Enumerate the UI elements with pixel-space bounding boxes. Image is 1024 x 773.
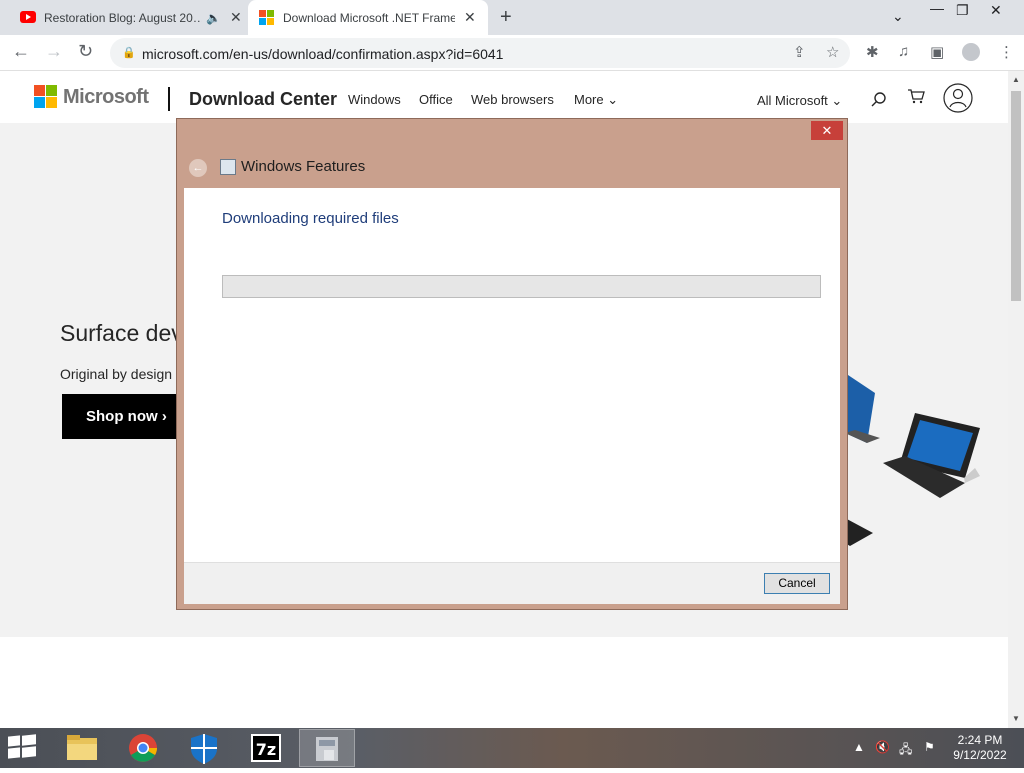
section-title[interactable]: Download Center: [189, 89, 337, 110]
volume-muted-icon[interactable]: 🔇: [875, 740, 890, 754]
chevron-down-icon: ⌄: [831, 93, 843, 108]
back-arrow-icon[interactable]: ←: [189, 159, 207, 177]
chevron-down-icon: ⌄: [607, 92, 619, 107]
network-icon[interactable]: 🖧: [899, 740, 912, 761]
scroll-down-icon[interactable]: ▼: [1012, 714, 1020, 723]
back-icon[interactable]: ←: [12, 41, 30, 62]
cart-icon[interactable]: [907, 88, 925, 109]
new-tab-button[interactable]: +: [500, 6, 512, 29]
forward-icon[interactable]: →: [45, 41, 63, 62]
microsoft-logo[interactable]: [34, 85, 57, 108]
account-icon[interactable]: [943, 83, 973, 118]
action-center-icon[interactable]: ⚑: [924, 740, 935, 754]
close-tab-icon[interactable]: ✕: [230, 9, 242, 26]
reload-icon[interactable]: ↻: [78, 41, 93, 62]
all-microsoft-menu[interactable]: All Microsoft ⌄: [757, 93, 842, 109]
clock-date: 9/12/2022: [953, 748, 1007, 762]
close-tab-icon[interactable]: ✕: [464, 9, 476, 26]
dialog-title: Windows Features: [241, 158, 366, 175]
surface-keyboard-image: [845, 518, 873, 546]
page-scrollbar[interactable]: ▲ ▼: [1008, 71, 1024, 728]
browser-toolbar: ← → ↻ 🔒 microsoft.com/en-us/download/con…: [0, 35, 1024, 71]
nav-office[interactable]: Office: [419, 92, 453, 107]
shop-now-button[interactable]: Shop now ›: [62, 394, 192, 439]
hero-title: Surface dev: [60, 320, 183, 346]
file-explorer-icon[interactable]: [54, 729, 110, 767]
side-panel-icon[interactable]: ▣: [930, 43, 944, 61]
share-icon[interactable]: ⇪: [793, 43, 806, 61]
7zip-icon[interactable]: 7z: [238, 729, 294, 767]
tab-search-icon[interactable]: ⌄: [892, 8, 904, 25]
media-control-icon[interactable]: ♫: [898, 43, 909, 60]
url-text[interactable]: microsoft.com/en-us/download/confirmatio…: [142, 46, 503, 62]
youtube-icon: [20, 11, 36, 23]
surface-laptop-image: [845, 373, 880, 443]
tab-download-dotnet[interactable]: Download Microsoft .NET Frame… ✕: [248, 0, 488, 35]
cancel-button[interactable]: Cancel: [764, 573, 830, 594]
nav-windows[interactable]: Windows: [348, 92, 401, 107]
tab-strip: Restoration Blog: August 20… 🔈 ✕ Downloa…: [0, 0, 1024, 35]
dialog-footer: Cancel: [184, 562, 840, 604]
surface-pro-image: [883, 413, 980, 498]
windows-defender-icon[interactable]: [176, 729, 232, 767]
all-microsoft-label: All Microsoft: [757, 93, 828, 108]
scrollbar-thumb[interactable]: [1011, 91, 1021, 301]
clock-time: 2:24 PM: [957, 733, 1003, 747]
taskbar: 7z ▲ 🔇 🖧 ⚑ 2:24 PM 9/12/2022: [0, 728, 1024, 768]
tab-restoration-blog[interactable]: Restoration Blog: August 20… 🔈 ✕: [8, 0, 248, 35]
dialog-close-button[interactable]: ✕: [811, 121, 843, 140]
show-hidden-icons[interactable]: ▲: [853, 740, 865, 754]
search-icon[interactable]: [870, 91, 888, 114]
tab-label: Restoration Blog: August 20…: [44, 10, 202, 25]
brand-name[interactable]: Microsoft: [63, 86, 149, 109]
bookmark-star-icon[interactable]: ☆: [826, 43, 839, 61]
start-button[interactable]: [8, 734, 38, 760]
audio-icon[interactable]: 🔈: [206, 11, 221, 25]
svg-text:7z: 7z: [256, 740, 276, 759]
tab-label: Download Microsoft .NET Frame…: [283, 10, 455, 25]
chrome-icon[interactable]: [115, 729, 171, 767]
lock-icon[interactable]: 🔒: [122, 46, 136, 59]
header-divider: [168, 87, 170, 111]
scroll-up-icon[interactable]: ▲: [1012, 75, 1020, 84]
minimize-icon[interactable]: —: [930, 0, 944, 16]
status-heading: Downloading required files: [222, 210, 399, 227]
microsoft-icon: [259, 10, 274, 25]
windows-features-dialog: ✕ ← Windows Features Downloading require…: [176, 118, 848, 610]
nav-web-browsers[interactable]: Web browsers: [471, 92, 554, 107]
download-progress-bar: [222, 275, 821, 298]
nav-more[interactable]: More ⌄: [574, 92, 618, 108]
close-window-icon[interactable]: ✕: [990, 2, 1002, 19]
installer-icon[interactable]: [299, 729, 355, 767]
nav-more-label: More: [574, 92, 604, 107]
shop-now-label: Shop now: [86, 408, 158, 425]
windows-features-icon: [220, 159, 236, 175]
profile-avatar[interactable]: [962, 43, 980, 61]
menu-icon[interactable]: ⋮: [999, 43, 1014, 61]
address-bar[interactable]: 🔒 microsoft.com/en-us/download/confirmat…: [110, 38, 850, 68]
dialog-body: Downloading required files: [184, 188, 840, 562]
system-clock[interactable]: 2:24 PM 9/12/2022: [950, 733, 1010, 763]
extensions-icon[interactable]: ✱: [866, 43, 879, 61]
hero-subtitle: Original by design: [60, 366, 173, 382]
restore-icon[interactable]: ❐: [956, 2, 969, 19]
